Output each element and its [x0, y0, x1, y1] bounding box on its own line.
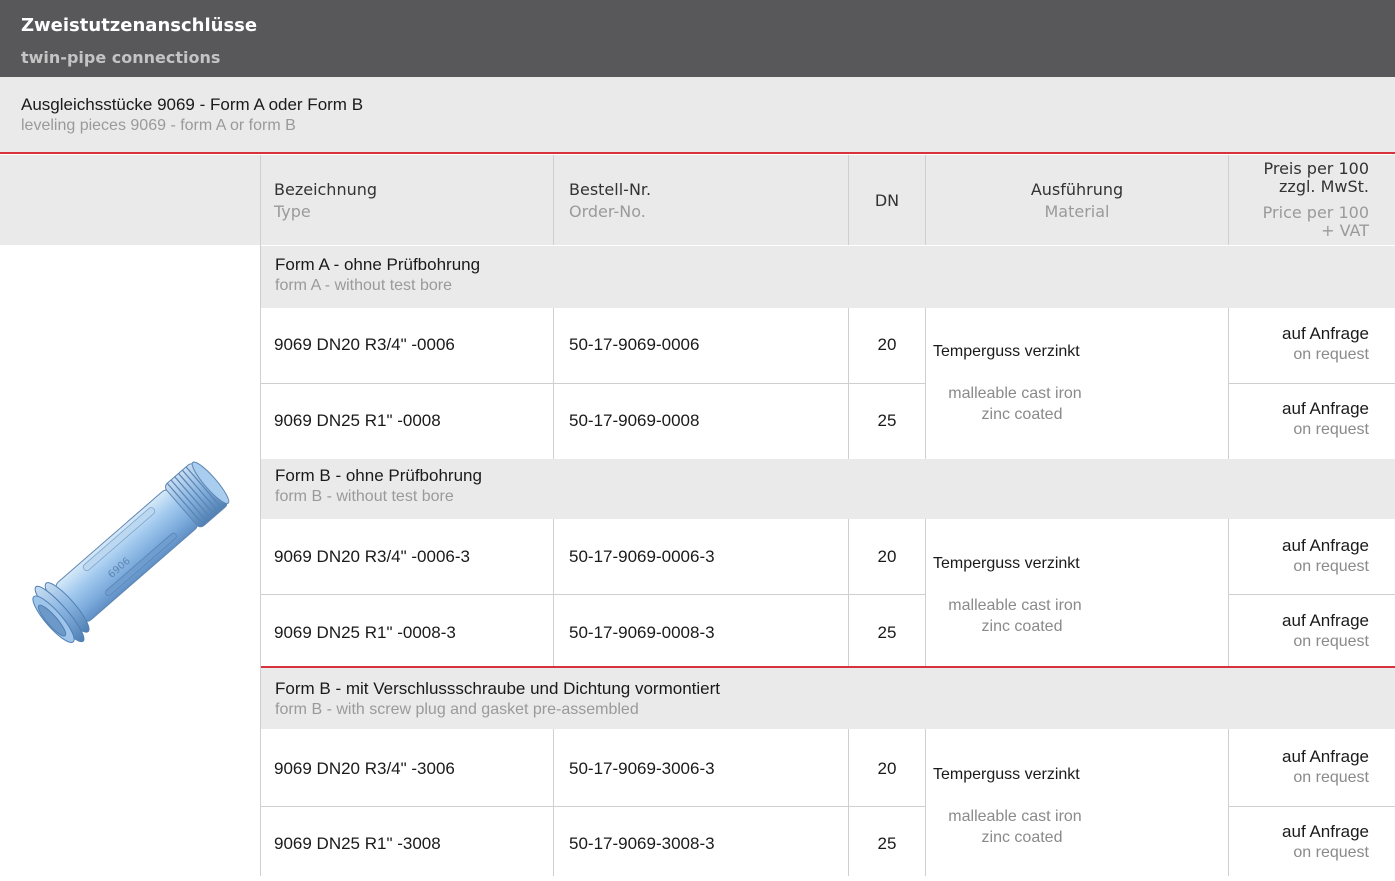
- group-subtitle: form A - without test bore: [275, 277, 452, 294]
- divider: [261, 383, 926, 384]
- product-family-title: Ausgleichsstücke 9069 - Form A oder Form…: [21, 95, 364, 114]
- group-title: Form A - ohne Prüfbohrung: [275, 255, 481, 274]
- price-cell-en: on request: [1293, 633, 1369, 650]
- price-cell: auf Anfrage: [1282, 747, 1369, 766]
- divider: [1228, 308, 1229, 459]
- group-title: Form B - ohne Prüfbohrung: [275, 466, 482, 485]
- type-cell: 9069 DN25 R1" -3008: [274, 834, 441, 853]
- column-header-price-vat-en: + VAT: [1321, 221, 1369, 240]
- divider: [1228, 729, 1229, 876]
- divider: [553, 308, 554, 459]
- order-cell: 50-17-9069-3006-3: [569, 759, 715, 778]
- column-header-order-en: Order-No.: [569, 202, 646, 221]
- order-cell: 50-17-9069-0006: [569, 335, 700, 354]
- material-cell-en: malleable cast iron: [948, 385, 1082, 402]
- divider: [925, 519, 926, 667]
- divider: [848, 308, 849, 459]
- product-family-subtitle: leveling pieces 9069 - form A or form B: [21, 117, 296, 134]
- material-cell-en-2: zinc coated: [981, 829, 1063, 846]
- divider: [1229, 594, 1395, 595]
- column-header-dn: DN: [874, 191, 900, 210]
- dn-cell: 20: [877, 335, 897, 354]
- price-cell: auf Anfrage: [1282, 399, 1369, 418]
- type-cell: 9069 DN25 R1" -0008-3: [274, 623, 456, 642]
- section-title: Zweistutzenanschlüsse: [21, 15, 258, 36]
- dn-cell: 25: [877, 623, 897, 642]
- section-header: Zweistutzenanschlüsse twin-pipe connecti…: [0, 0, 1395, 77]
- divider: [925, 155, 926, 245]
- product-image: 9069: [0, 246, 258, 876]
- price-cell-en: on request: [1293, 844, 1369, 861]
- order-cell: 50-17-9069-0008: [569, 411, 700, 430]
- column-header-type-en: Type: [274, 202, 311, 221]
- group-title: Form B - mit Verschlussschraube und Dich…: [275, 679, 721, 698]
- dn-cell: 20: [877, 547, 897, 566]
- order-cell: 50-17-9069-0006-3: [569, 547, 715, 566]
- order-cell: 50-17-9069-0008-3: [569, 623, 715, 642]
- divider: [1229, 806, 1395, 807]
- divider: [260, 155, 261, 245]
- type-cell: 9069 DN20 R3/4" -3006: [274, 759, 455, 778]
- divider: [261, 806, 926, 807]
- group-header-form-b: Form B - ohne Prüfbohrung form B - witho…: [261, 459, 1395, 519]
- material-cell: Temperguss verzinkt: [933, 766, 1080, 783]
- order-cell: 50-17-9069-3008-3: [569, 834, 715, 853]
- divider: [848, 519, 849, 667]
- divider: [261, 594, 926, 595]
- section-subtitle: twin-pipe connections: [21, 48, 221, 67]
- material-cell-en: malleable cast iron: [948, 808, 1082, 825]
- divider: [925, 729, 926, 876]
- price-cell: auf Anfrage: [1282, 324, 1369, 343]
- material-cell: Temperguss verzinkt: [933, 555, 1080, 572]
- group-subtitle: form B - without test bore: [275, 488, 454, 505]
- divider: [553, 519, 554, 667]
- dn-cell: 25: [877, 411, 897, 430]
- material-cell-en-2: zinc coated: [981, 618, 1063, 635]
- column-header-material: Ausführung: [1030, 180, 1124, 199]
- price-cell: auf Anfrage: [1282, 536, 1369, 555]
- column-header-price: Preis per 100: [1263, 159, 1369, 178]
- price-cell: auf Anfrage: [1282, 611, 1369, 630]
- column-header-price-vat: zzgl. MwSt.: [1279, 177, 1369, 196]
- divider: [1229, 383, 1395, 384]
- column-header-material-en: Material: [1044, 202, 1110, 221]
- group-subtitle: form B - with screw plug and gasket pre-…: [275, 701, 639, 718]
- group-header-form-b-screw-plug: Form B - mit Verschlussschraube und Dich…: [261, 668, 1395, 729]
- type-cell: 9069 DN20 R3/4" -0006: [274, 335, 455, 354]
- dn-cell: 20: [877, 759, 897, 778]
- price-cell-en: on request: [1293, 558, 1369, 575]
- column-header-price-en: Price per 100: [1262, 203, 1369, 222]
- divider: [1228, 519, 1229, 667]
- price-cell-en: on request: [1293, 769, 1369, 786]
- price-cell-en: on request: [1293, 421, 1369, 438]
- column-header-type: Bezeichnung: [274, 180, 378, 199]
- price-cell: auf Anfrage: [1282, 822, 1369, 841]
- divider: [848, 729, 849, 876]
- divider: [925, 308, 926, 459]
- product-family-header: Ausgleichsstücke 9069 - Form A oder Form…: [0, 77, 1395, 153]
- material-cell: Temperguss verzinkt: [933, 343, 1080, 360]
- type-cell: 9069 DN20 R3/4" -0006-3: [274, 547, 470, 566]
- divider: [553, 155, 554, 245]
- table-header: Bezeichnung Type Bestell-Nr. Order-No. D…: [0, 155, 1395, 245]
- price-cell-en: on request: [1293, 346, 1369, 363]
- material-cell-en: malleable cast iron: [948, 597, 1082, 614]
- dn-cell: 25: [877, 834, 897, 853]
- material-cell-en-2: zinc coated: [981, 406, 1063, 423]
- divider: [553, 729, 554, 876]
- type-cell: 9069 DN25 R1" -0008: [274, 411, 441, 430]
- column-header-order: Bestell-Nr.: [569, 180, 652, 199]
- divider: [260, 245, 261, 876]
- divider: [0, 152, 1395, 154]
- group-header-form-a: Form A - ohne Prüfbohrung form A - witho…: [261, 246, 1395, 308]
